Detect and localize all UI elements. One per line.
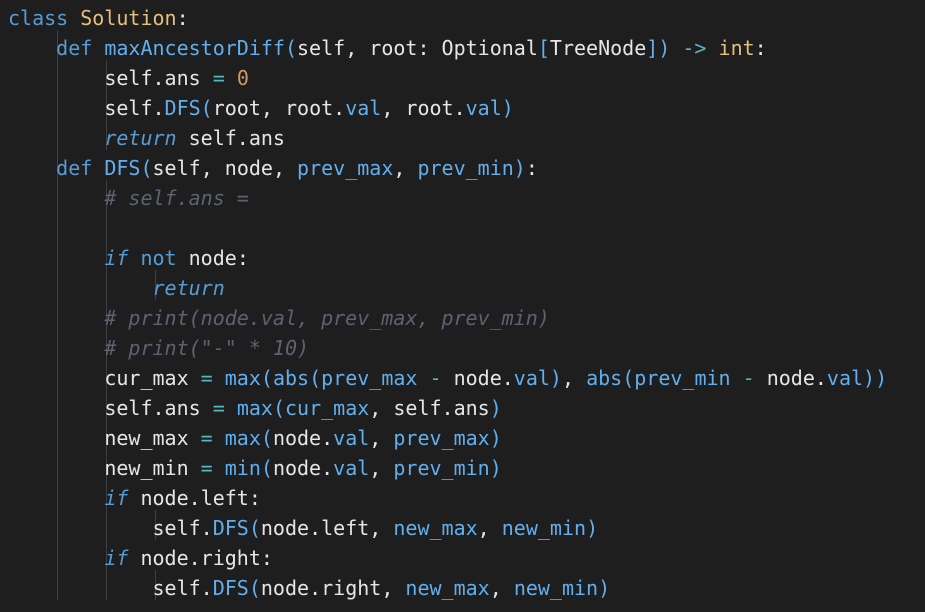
code-line-1[interactable]: class Solution: <box>8 3 189 33</box>
code-editor[interactable]: class Solution: def maxAncestorDiff(self… <box>0 0 925 612</box>
code-line-11[interactable]: # print(node.val, prev_max, prev_min) <box>8 303 550 333</box>
code-line-10[interactable]: return <box>8 273 225 303</box>
code-line-19[interactable]: if node.right: <box>8 543 273 573</box>
code-line-4[interactable]: self.DFS(root, root.val, root.val) <box>8 93 513 123</box>
code-line-17[interactable]: if node.left: <box>8 483 261 513</box>
code-line-2[interactable]: def maxAncestorDiff(self, root: Optional… <box>8 33 767 63</box>
code-line-12[interactable]: # print("-" * 10) <box>8 333 309 363</box>
code-line-6[interactable]: def DFS(self, node, prev_max, prev_min): <box>8 153 538 183</box>
code-line-14[interactable]: self.ans = max(cur_max, self.ans) <box>8 393 501 423</box>
code-line-16[interactable]: new_min = min(node.val, prev_min) <box>8 453 501 483</box>
code-line-5[interactable]: return self.ans <box>8 123 285 153</box>
code-line-20[interactable]: self.DFS(node.right, new_max, new_min) <box>8 573 611 603</box>
code-line-3[interactable]: self.ans = 0 <box>8 63 249 93</box>
code-line-15[interactable]: new_max = max(node.val, prev_max) <box>8 423 501 453</box>
code-line-13[interactable]: cur_max = max(abs(prev_max - node.val), … <box>8 363 887 393</box>
code-line-18[interactable]: self.DFS(node.left, new_max, new_min) <box>8 513 599 543</box>
code-line-7[interactable]: # self.ans = <box>8 183 249 213</box>
code-line-9[interactable]: if not node: <box>8 243 249 273</box>
